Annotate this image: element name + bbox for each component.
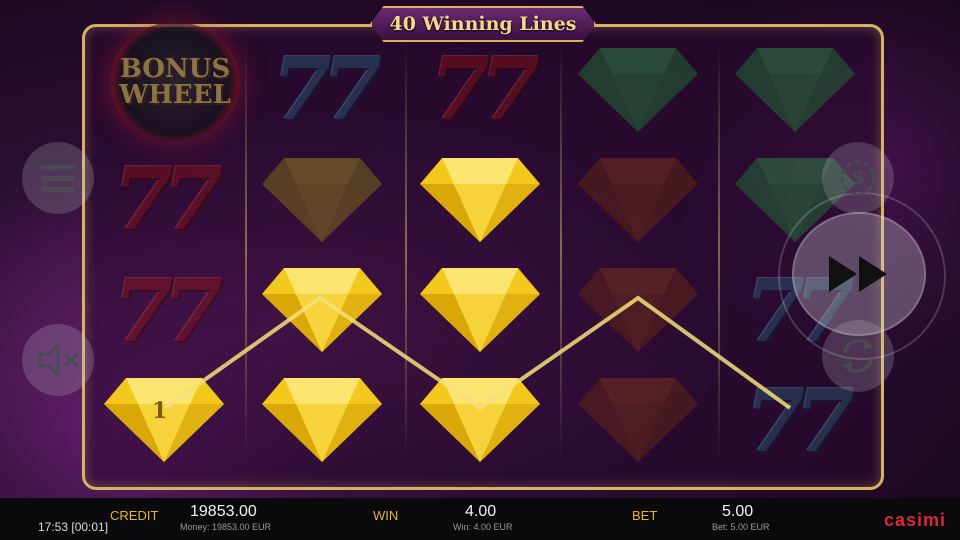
seven-symbol: 77 — [430, 39, 540, 140]
seven-symbol: 77 — [272, 39, 382, 140]
brown-gem-symbol — [578, 260, 698, 360]
yellow-gem-symbol — [420, 260, 540, 360]
reel-divider — [718, 40, 720, 460]
reel-divider — [560, 40, 562, 460]
green-gem-symbol — [578, 40, 698, 140]
olive-gem-symbol — [262, 150, 382, 250]
brown-gem-symbol — [578, 370, 698, 470]
yellow-gem-symbol — [262, 370, 382, 470]
credit-money: Money: 19853.00 EUR — [180, 522, 272, 532]
autoplay-button[interactable] — [822, 320, 894, 392]
bet-settings-button[interactable]: $ — [822, 142, 894, 214]
bonus-line2: WHEEL — [119, 80, 231, 110]
win-value: 4.00 — [465, 503, 497, 520]
brown-gem-symbol — [578, 150, 698, 250]
svg-text:$: $ — [852, 168, 863, 190]
yellow-gem-symbol — [420, 150, 540, 250]
winning-lines-banner: 40 Winning Lines — [370, 6, 596, 42]
credit-label: CREDIT — [110, 508, 159, 523]
status-bar: 17:53 [00:01] CREDIT 19853.00 Money: 198… — [0, 498, 960, 540]
payline-number: 1 — [152, 398, 168, 424]
sound-toggle-button[interactable] — [22, 324, 94, 396]
speaker-muted-icon — [38, 344, 78, 376]
bet-label: BET — [632, 508, 658, 523]
reel-divider — [245, 40, 247, 460]
bet-value: 5.00 — [722, 503, 754, 520]
banner-title: 40 Winning Lines — [389, 13, 577, 35]
bonus-line1: BONUS — [119, 54, 231, 84]
win-money: Win: 4.00 EUR — [453, 522, 513, 532]
dollar-coin-icon: $ — [840, 160, 876, 196]
seven-symbol: 77 — [745, 371, 855, 472]
credit-value: 19853.00 — [190, 503, 257, 520]
casimi-logo: casimi — [883, 510, 946, 530]
win-label: WIN — [373, 508, 399, 523]
reel-divider — [405, 40, 407, 460]
hamburger-icon — [41, 159, 75, 198]
bet-money: Bet: 5.00 EUR — [712, 522, 770, 532]
yellow-gem-symbol — [262, 260, 382, 360]
seven-symbol: 77 — [113, 149, 223, 250]
fast-forward-icon — [829, 256, 887, 292]
refresh-icon — [843, 338, 873, 374]
menu-button[interactable] — [22, 142, 94, 214]
spin-button[interactable] — [792, 212, 926, 336]
green-gem-symbol — [735, 40, 855, 140]
bonus-wheel-symbol: BONUS WHEEL — [110, 22, 240, 142]
yellow-gem-symbol — [420, 370, 540, 470]
seven-symbol: 77 — [113, 261, 223, 362]
session-clock: 17:53 [00:01] — [38, 520, 109, 534]
